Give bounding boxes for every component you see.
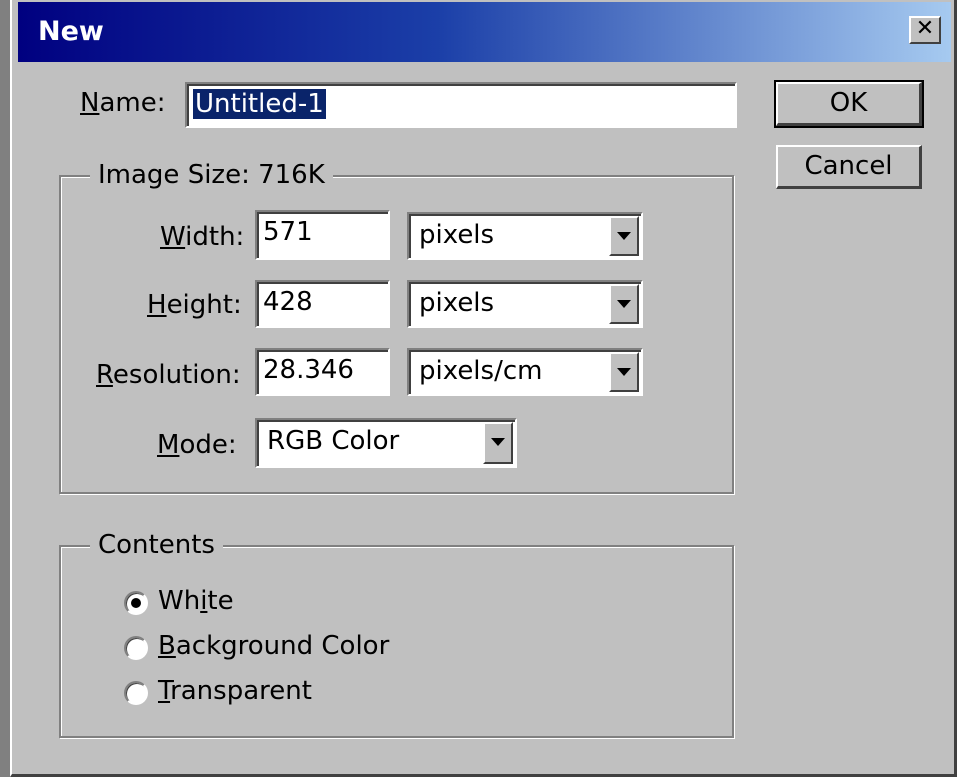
height-label: Height: xyxy=(147,290,242,320)
height-unit-select[interactable]: pixels xyxy=(407,280,643,328)
radio-transparent[interactable] xyxy=(124,681,148,705)
name-input-value: Untitled-1 xyxy=(193,89,326,119)
width-unit-select[interactable]: pixels xyxy=(407,212,643,260)
resolution-unit-value: pixels/cm xyxy=(419,356,543,386)
chevron-down-icon[interactable] xyxy=(609,352,639,392)
width-unit-value: pixels xyxy=(419,220,495,250)
window-title: New xyxy=(38,16,104,47)
contents-legend: Contents xyxy=(90,530,223,560)
radio-background-color-label[interactable]: Background Color xyxy=(158,631,389,661)
chevron-down-icon[interactable] xyxy=(609,284,639,324)
image-size-legend: Image Size: 716K xyxy=(90,160,333,190)
new-document-dialog: New ✕ Name: Untitled-1 OK Cancel Image S… xyxy=(10,0,957,777)
width-label: Width: xyxy=(160,222,245,252)
mode-select[interactable]: RGB Color xyxy=(255,418,517,468)
title-bar[interactable]: New ✕ xyxy=(18,2,951,62)
radio-white[interactable] xyxy=(124,591,148,615)
width-input[interactable]: 571 xyxy=(255,210,390,260)
mode-label: Mode: xyxy=(157,430,237,460)
background-window-edge xyxy=(0,0,10,777)
ok-button[interactable]: OK xyxy=(774,80,924,128)
chevron-down-icon[interactable] xyxy=(483,422,513,464)
radio-transparent-label[interactable]: Transparent xyxy=(158,676,312,706)
resolution-label: Resolution: xyxy=(96,360,241,390)
radio-background-color[interactable] xyxy=(124,636,148,660)
radio-white-label[interactable]: White xyxy=(158,586,234,616)
name-label: Name: xyxy=(80,88,166,118)
chevron-down-icon[interactable] xyxy=(609,216,639,256)
mode-value: RGB Color xyxy=(267,426,400,456)
resolution-unit-select[interactable]: pixels/cm xyxy=(407,348,643,396)
height-input[interactable]: 428 xyxy=(255,280,390,328)
height-unit-value: pixels xyxy=(419,288,495,318)
close-icon[interactable]: ✕ xyxy=(909,16,941,44)
name-input[interactable]: Untitled-1 xyxy=(185,82,737,128)
resolution-input[interactable]: 28.346 xyxy=(255,348,390,396)
cancel-button[interactable]: Cancel xyxy=(776,145,922,189)
